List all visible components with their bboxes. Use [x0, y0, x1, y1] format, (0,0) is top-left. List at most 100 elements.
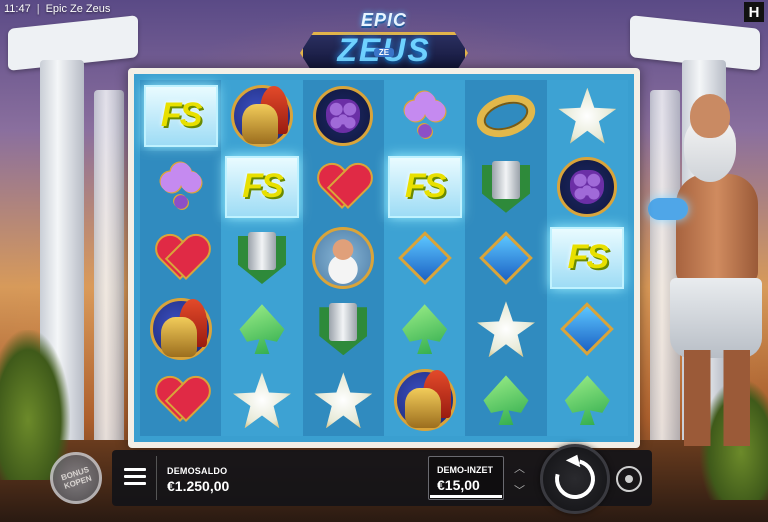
spade-icon [557, 370, 617, 430]
helmet-icon [149, 298, 212, 361]
reel-cell: FS [221, 151, 303, 223]
heart-shape [156, 236, 206, 280]
star-icon [476, 299, 536, 359]
control-divider [156, 456, 157, 500]
reel-cell [546, 364, 628, 436]
autoplay-button[interactable] [616, 466, 642, 492]
helmet-gold [241, 103, 278, 144]
reel-cell [546, 151, 628, 223]
column-icon [478, 159, 534, 215]
chevron-down-icon[interactable]: ﹀ [514, 482, 525, 498]
scatter-text: FS [242, 167, 283, 206]
ring-icon [471, 86, 541, 146]
app-title: Epic Ze Zeus [45, 3, 111, 15]
fs-scatter-icon: FS [550, 226, 625, 289]
reel-cell [546, 80, 628, 152]
reel-cell [140, 222, 222, 294]
logo-epic: EPIC [360, 10, 407, 30]
fs-scatter-icon: FS [224, 155, 299, 218]
spin-icon [547, 451, 603, 507]
helmet-icon [230, 84, 293, 147]
star-shape [232, 372, 291, 429]
scatter-text: FS [567, 238, 609, 277]
bonus-buy-button[interactable]: BONUS KOPEN [50, 452, 102, 504]
reel-cell [384, 222, 466, 294]
zeus-legs [684, 350, 750, 446]
scatter-text: FS [404, 167, 446, 206]
reel-cell [465, 151, 547, 223]
zeus-head [690, 94, 730, 138]
scatter-text: FS [160, 96, 202, 135]
reel-cell [546, 293, 628, 365]
autoplay-icon [625, 475, 633, 483]
clock: 11:47 [4, 3, 31, 15]
reel-cell [221, 80, 303, 152]
reel-frame: FS FS FS FS [128, 68, 640, 448]
temple-column-left-back [94, 90, 124, 480]
zeus-character [640, 88, 768, 448]
reel-cell [465, 80, 547, 152]
reel-cell [384, 364, 466, 436]
club-shape [155, 161, 206, 212]
diamond-shape [479, 231, 533, 285]
club-icon [153, 159, 209, 215]
column-pillar [329, 303, 358, 342]
diamond-shape [560, 302, 615, 357]
ring-shape [471, 87, 541, 144]
spin-button[interactable] [540, 444, 610, 514]
zeus-skirt [670, 278, 762, 358]
grapes-icon [313, 85, 374, 146]
reel-cell: FS [546, 222, 628, 294]
helmet-gold [160, 317, 197, 358]
star-icon [232, 370, 292, 430]
club-shape [399, 90, 450, 141]
reel-cell [465, 222, 547, 294]
reel-cell [140, 293, 222, 365]
fs-scatter-icon: FS [143, 84, 218, 147]
grapes-icon [557, 156, 618, 217]
status-separator: | [36, 3, 40, 15]
reel-cell [140, 151, 222, 223]
spade-icon [232, 299, 292, 359]
diamond-icon [395, 228, 455, 288]
reel-cell [140, 364, 222, 436]
helmet-gold [404, 388, 441, 429]
reel-cell: FS [384, 151, 466, 223]
reel-cell [465, 293, 547, 365]
bet-underline [430, 495, 502, 498]
logo-ze-badge: ZE [374, 48, 394, 57]
menu-icon[interactable] [124, 468, 146, 486]
star-shape [314, 372, 373, 429]
reel-cell [302, 293, 384, 365]
heart-shape [318, 165, 368, 209]
zeus-body [676, 174, 758, 284]
diamond-shape [397, 231, 452, 285]
column-icon [234, 230, 290, 286]
heart-icon [151, 370, 211, 430]
spade-shape [564, 375, 610, 426]
heart-icon [151, 228, 211, 288]
star-icon [557, 86, 617, 146]
bonus-buy-label: BONUS KOPEN [59, 465, 92, 491]
reel-cell [221, 293, 303, 365]
diamond-icon [476, 228, 536, 288]
reel-cell [384, 293, 466, 365]
helmet-icon [393, 369, 456, 432]
reel-cell: FS [140, 80, 222, 152]
heart-icon [313, 157, 373, 217]
column-pillar [247, 231, 276, 270]
reel-cell [302, 364, 384, 436]
spade-shape [239, 304, 285, 355]
column-icon [315, 301, 371, 357]
spade-icon [395, 299, 455, 359]
column-pillar [491, 160, 520, 199]
reel-cell [221, 364, 303, 436]
chevron-up-icon[interactable]: ︿ [514, 460, 525, 476]
club-icon [397, 88, 453, 144]
provider-logo: H [744, 2, 764, 22]
bet-label: DEMO-INZET [437, 465, 493, 475]
zeus-arm [648, 198, 688, 220]
heart-shape [156, 378, 206, 422]
reel-cell [221, 222, 303, 294]
reel-cell [302, 151, 384, 223]
